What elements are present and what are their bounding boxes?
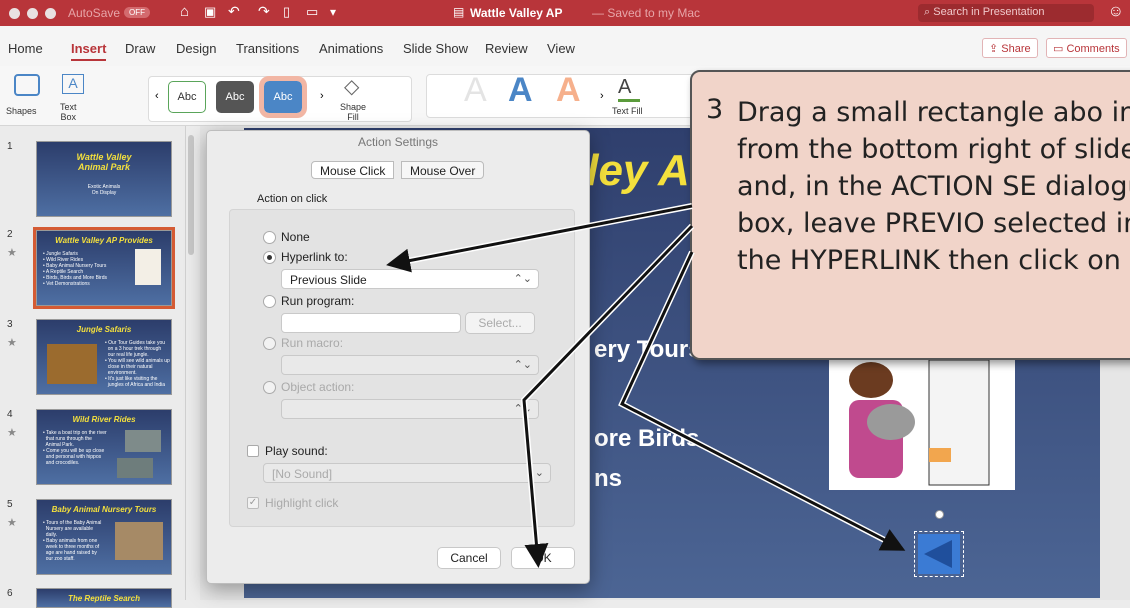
- arrow-to-hyperlink: [386, 204, 693, 273]
- arrow-to-ok: [522, 224, 694, 568]
- callout-arrows: [386, 203, 906, 568]
- arrow-to-action-button: [620, 251, 906, 551]
